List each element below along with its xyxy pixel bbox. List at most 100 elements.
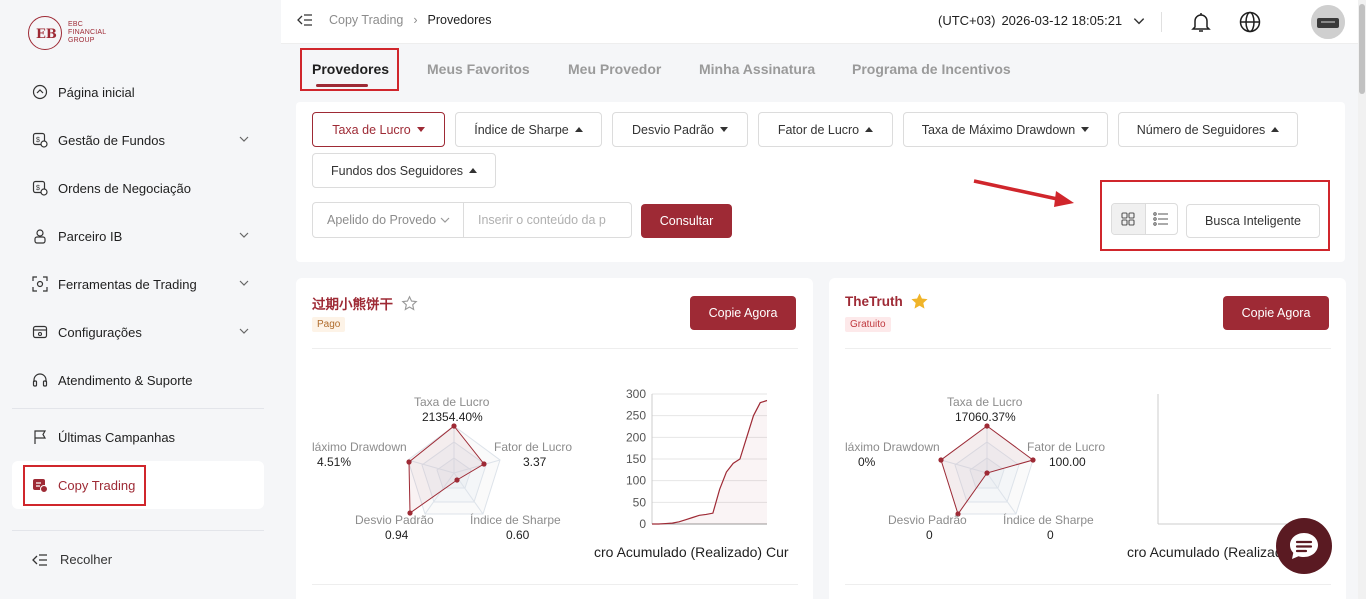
radar-value-profit-rate: 17060.37% [955,410,1016,424]
sidebar-item-label: Últimas Campanhas [58,429,176,445]
sidebar-item-partner[interactable]: Parceiro IB [12,212,264,260]
sort-followers-button[interactable]: Número de Seguidores [1118,112,1298,147]
chevron-down-icon [239,136,249,142]
sort-follower-funds-button[interactable]: Fundos dos Seguidores [312,153,496,188]
radar-label-profit-factor: Fator de Lucro [494,440,573,454]
caret-down-icon [720,127,728,132]
logo-line-2: FINANCIAL [68,29,107,36]
chevron-down-icon [239,232,249,238]
svg-text:$: $ [36,185,40,192]
sort-button-label: Fundos dos Seguidores [330,163,464,178]
copy-now-button[interactable]: Copie Agora [1223,296,1329,330]
sidebar-item-funds[interactable]: $ Gestão de Fundos [12,116,264,164]
y-tick-label: 250 [626,409,646,423]
sidebar-item-label: Parceiro IB [58,228,123,244]
caret-up-icon [865,127,874,132]
chevron-down-icon [1133,17,1145,24]
chat-support-button[interactable] [1276,518,1332,574]
caret-up-icon [469,168,478,173]
page-scrollbar-thumb[interactable] [1359,4,1365,94]
annotation-highlight-box [23,465,146,506]
sidebar-item-support[interactable]: Atendimento & Suporte [12,356,264,404]
radar-chart [406,423,501,516]
chart-title: cro Acumulado (Realizado) [1127,544,1287,560]
sidebar-item-home[interactable]: Página inicial [12,68,264,116]
radar-value-std-dev: 0 [926,528,933,542]
copy-now-button[interactable]: Copie Agora [690,296,796,330]
radar-label-std-dev: Desvio Padrão [888,513,967,527]
sort-button-label: Fator de Lucro [777,122,860,137]
radar-label-profit-factor: Fator de Lucro [1027,440,1106,454]
globe-icon[interactable] [1238,10,1262,34]
partner-icon [32,228,48,244]
y-tick-label: 50 [633,495,647,509]
bell-icon[interactable] [1189,10,1213,34]
collapse-label: Recolher [60,552,113,567]
status-badge: Gratuito [845,317,891,332]
sidebar-item-orders[interactable]: $ Ordens de Negociação [12,164,264,212]
avatar-image-icon [1311,5,1345,39]
tab-meus-favoritos[interactable]: Meus Favoritos [427,61,530,77]
series-area [652,400,767,524]
annotation-arrow-icon [973,179,1074,207]
top-header: Copy Trading › Provedores (UTC+03) 2026-… [281,0,1366,44]
sort-button-label: Número de Seguidores [1136,122,1266,137]
sidebar-item-copy-trading[interactable]: Copy Trading [12,461,264,509]
star-outline-icon[interactable] [401,294,418,312]
sort-button-label: Taxa de Lucro [332,122,411,137]
provider-card[interactable]: 过期小熊饼干 Pago Copie Agora Taxa de Lucro 21… [296,278,813,599]
sidebar-item-tools[interactable]: Ferramentas de Trading [12,260,264,308]
radar-value-profit-factor: 3.37 [523,455,547,469]
card-divider [845,584,1331,585]
empty-line-chart [1157,394,1295,525]
radar-value-profit-rate: 21354.40% [422,410,483,424]
sort-std-dev-button[interactable]: Desvio Padrão [612,112,748,147]
annotation-highlight-box [300,48,399,91]
provider-card[interactable]: TheTruth Gratuito Copie Agora Taxa de Lu… [829,278,1346,599]
sort-button-label: Índice de Sharpe [474,122,569,137]
chart-title: cro Acumulado (Realizado) Cur [594,544,789,560]
collapse-button[interactable]: Recolher [32,552,112,567]
breadcrumb-parent[interactable]: Copy Trading [329,13,403,27]
radar-chart [938,423,1036,517]
home-icon [32,84,48,100]
sidebar-item-settings[interactable]: Configurações [12,308,264,356]
cumulative-profit-line-chart: 300 250 200 150 100 50 0 [626,387,768,531]
fund-icon: $ [32,132,48,148]
status-badge: Pago [312,317,346,332]
menu-fold-icon[interactable] [297,13,313,27]
breadcrumb: Copy Trading › Provedores [297,13,491,27]
annotation-highlight-box [1100,180,1330,251]
sidebar-item-campaigns[interactable]: Últimas Campanhas [12,413,264,461]
avatar[interactable] [1311,5,1345,39]
tab-meu-provedor[interactable]: Meu Provedor [568,61,661,77]
provider-name[interactable]: 过期小熊饼干 [312,293,393,313]
star-filled-icon[interactable] [911,293,928,310]
chevron-down-icon [239,280,249,286]
header-divider [1161,12,1162,32]
search-field-select-value: Apelido do Provedo [327,213,437,227]
caret-up-icon [1271,127,1280,132]
radar-label-sharpe: Índice de Sharpe [470,513,561,527]
search-field-select[interactable]: Apelido do Provedo [313,203,464,237]
radar-value-std-dev: 0.94 [385,528,409,542]
caret-down-icon [1081,127,1090,132]
sidebar-item-label: Ferramentas de Trading [58,276,197,292]
timezone-selector[interactable]: (UTC+03) 2026-03-12 18:05:21 [938,13,1146,28]
svg-text:$: $ [36,137,40,144]
tab-minha-assinatura[interactable]: Minha Assinatura [699,61,815,77]
brand-logo[interactable]: EB EBC FINANCIAL GROUP [28,16,106,50]
tools-icon [32,276,48,292]
sort-profit-rate-button[interactable]: Taxa de Lucro [312,112,445,147]
provider-name[interactable]: TheTruth [845,294,903,309]
svg-text:EB: EB [36,27,57,42]
tab-programa-de-incentivos[interactable]: Programa de Incentivos [852,61,1011,77]
sort-sharpe-button[interactable]: Índice de Sharpe [455,112,602,147]
search-input[interactable] [464,203,631,237]
card-divider [312,584,798,585]
consult-button[interactable]: Consultar [641,204,732,238]
sidebar-nav: Página inicial $ Gestão de Fundos $ Orde… [12,68,264,509]
sort-max-drawdown-button[interactable]: Taxa de Máximo Drawdown [903,112,1108,147]
provider-search: Apelido do Provedo [312,202,632,238]
sort-profit-factor-button[interactable]: Fator de Lucro [758,112,893,147]
